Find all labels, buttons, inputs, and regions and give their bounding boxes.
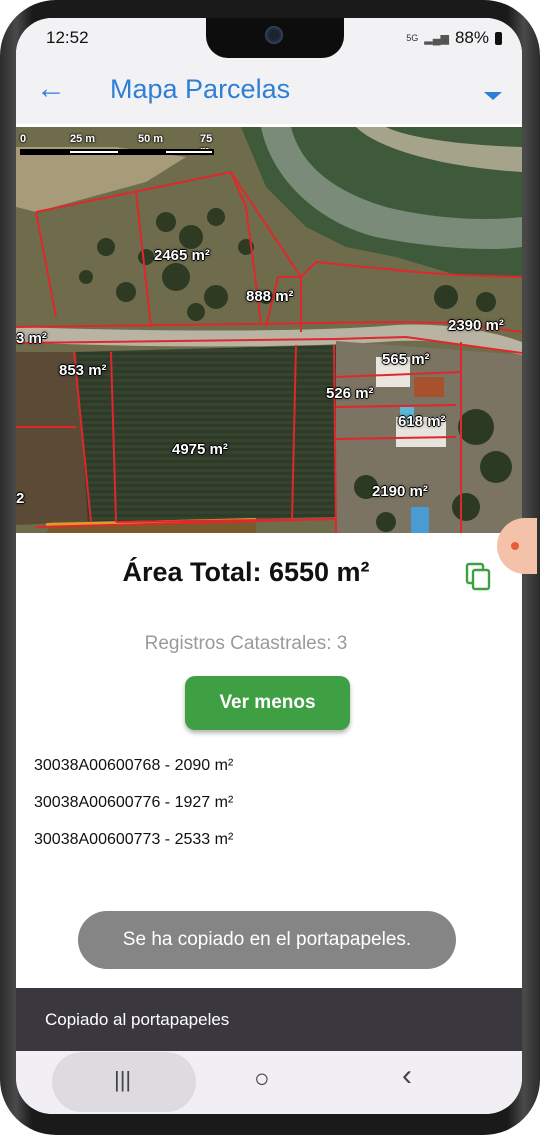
- status-time: 12:52: [46, 28, 89, 47]
- area-total-heading: Área Total: 6550 m²: [122, 557, 370, 587]
- registros-count: Registros Catastrales: 3: [144, 633, 348, 654]
- satellite-map[interactable]: 0 25 m 50 m 75 m 2465 m² 888 m² 2390 m² …: [16, 127, 522, 533]
- records-list: 30038A00600768 - 2090 m² 30038A00600776 …: [34, 755, 233, 866]
- status-right: 5G ▂▄▆ 88%: [406, 28, 502, 48]
- map-imagery: [16, 127, 522, 533]
- parcel-area-label: 3 m²: [16, 330, 47, 347]
- snackbar: Copiado al portapapeles: [16, 988, 522, 1051]
- map-scale-bar: 0 25 m 50 m 75 m: [20, 133, 216, 159]
- parcel-area-label: 888 m²: [246, 288, 294, 305]
- parcel-area-label: 618 m²: [398, 413, 446, 430]
- area-panel: Área Total: 6550 m² Registros Catastrale…: [16, 533, 522, 988]
- parcel-area-label: 4975 m²: [172, 441, 228, 458]
- copy-icon[interactable]: [463, 561, 493, 591]
- scale-label: 25 m: [70, 133, 96, 145]
- scale-label: 0: [20, 133, 27, 145]
- parcel-area-label: 565 m²: [382, 351, 430, 368]
- parcel-area-label: 2190 m²: [372, 483, 428, 500]
- record-item: 30038A00600768 - 2090 m²: [34, 757, 234, 774]
- battery-icon: [495, 31, 502, 45]
- snackbar-text: Copiado al portapapeles: [45, 1010, 230, 1029]
- parcel-area-label: 2390 m²: [448, 317, 504, 334]
- app-bar: ← Mapa Parcelas: [16, 58, 522, 124]
- record-item: 30038A00600776 - 1927 m²: [34, 794, 234, 811]
- page-title: Mapa Parcelas: [110, 74, 291, 104]
- phone-screen: 12:52 5G ▂▄▆ 88% ← Mapa Parcelas 0 25 m …: [16, 18, 522, 1114]
- parcel-area-label: 853 m²: [59, 362, 107, 379]
- front-camera-icon: [265, 26, 283, 44]
- back-nav-icon[interactable]: ‹: [402, 1059, 412, 1093]
- parcel-area-label: 526 m²: [326, 385, 374, 402]
- battery-text: 88%: [454, 28, 489, 47]
- scale-bar-line: [20, 149, 214, 155]
- signal-icon: ▂▄▆: [424, 32, 449, 45]
- network-icon: 5G: [406, 32, 419, 43]
- parcel-area-label: 2465 m²: [154, 247, 210, 264]
- scale-label: 50 m: [138, 133, 164, 145]
- chevron-down-icon[interactable]: [484, 92, 502, 100]
- arrow-left-icon[interactable]: ←: [36, 74, 66, 104]
- parcel-area-label: 2: [16, 490, 25, 507]
- recents-icon[interactable]: |||: [114, 1067, 131, 1093]
- system-nav-bar: ||| ○ ‹: [16, 1051, 522, 1114]
- ver-menos-button[interactable]: Ver menos: [185, 676, 350, 730]
- toast-message: Se ha copiado en el portapapeles.: [78, 911, 456, 969]
- record-item: 30038A00600773 - 2533 m²: [34, 831, 234, 848]
- home-icon[interactable]: ○: [254, 1063, 270, 1094]
